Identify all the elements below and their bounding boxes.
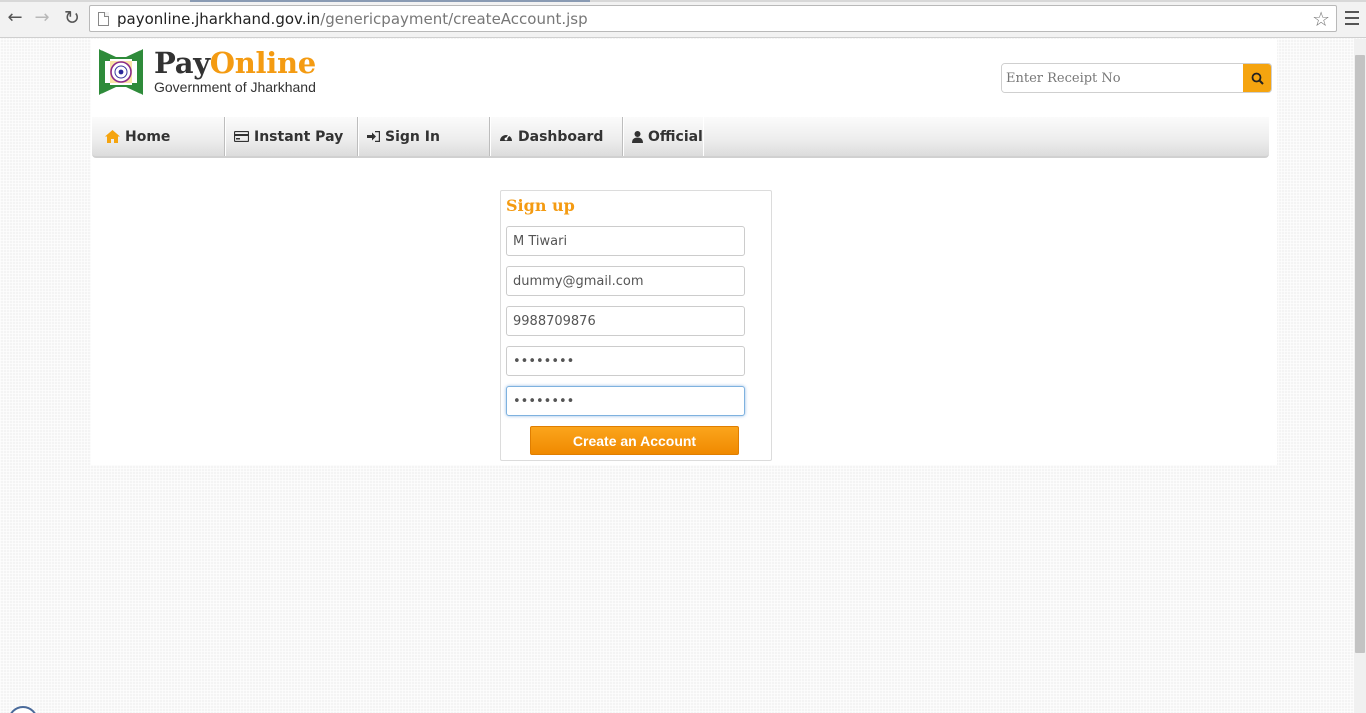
receipt-search-button[interactable]	[1243, 64, 1271, 92]
signup-card: Sign up Create an Account	[500, 190, 772, 461]
logo-subtitle: Government of Jharkhand	[154, 79, 316, 95]
home-icon	[105, 130, 120, 143]
address-bar[interactable]: payonline.jharkhand.gov.in/genericpaymen…	[89, 5, 1337, 32]
nav-instant-pay-label: Instant Pay	[254, 128, 344, 145]
mobile-input[interactable]	[506, 306, 745, 336]
nav-official-label: Official	[648, 128, 703, 145]
search-icon	[1251, 72, 1264, 85]
forward-arrow-icon[interactable]: →	[31, 7, 53, 29]
nav-sign-in[interactable]: Sign In	[358, 117, 490, 156]
confirm-password-input[interactable]	[506, 386, 745, 416]
receipt-search	[1001, 63, 1272, 93]
nav-official[interactable]: Official	[623, 117, 703, 156]
vertical-scrollbar[interactable]	[1354, 39, 1366, 713]
nav-dashboard[interactable]: Dashboard	[490, 117, 623, 156]
password-input[interactable]	[506, 346, 745, 376]
nav-dashboard-label: Dashboard	[518, 128, 604, 145]
site-logo[interactable]: PayOnline Government of Jharkhand	[154, 46, 316, 95]
nav-instant-pay[interactable]: Instant Pay	[225, 117, 358, 156]
scrollbar-thumb[interactable]	[1355, 55, 1365, 653]
credit-card-icon	[234, 131, 249, 142]
tab-strip	[0, 0, 1366, 2]
url-host: payonline.jharkhand.gov.in	[117, 9, 321, 28]
sign-in-icon	[367, 131, 380, 142]
logo-title: PayOnline	[154, 46, 316, 80]
back-arrow-icon[interactable]: ←	[4, 7, 26, 29]
chat-widget-icon[interactable]	[8, 706, 38, 713]
email-input[interactable]	[506, 266, 745, 296]
receipt-number-input[interactable]	[1002, 64, 1243, 92]
reload-icon[interactable]: ↻	[61, 7, 83, 29]
url-text[interactable]: payonline.jharkhand.gov.in/genericpaymen…	[117, 10, 588, 28]
nav-sign-in-label: Sign In	[385, 128, 440, 145]
logo-online: Online	[209, 46, 316, 80]
logo-pay: Pay	[154, 46, 210, 80]
page-icon	[98, 11, 109, 26]
jharkhand-emblem-icon[interactable]	[96, 47, 146, 97]
bookmark-star-icon[interactable]: ☆	[1312, 7, 1330, 31]
name-input[interactable]	[506, 226, 745, 256]
nav-home[interactable]: Home	[92, 117, 225, 156]
create-account-button[interactable]: Create an Account	[530, 426, 739, 455]
url-path: /genericpayment/createAccount.jsp	[320, 9, 588, 28]
browser-toolbar: ← → ↻ payonline.jharkhand.gov.in/generic…	[0, 0, 1366, 38]
browser-menu-icon[interactable]	[1344, 8, 1360, 28]
user-icon	[632, 130, 643, 143]
main-navbar: Home Instant Pay Sign In Dashboard Offic…	[92, 117, 1269, 158]
nav-home-label: Home	[125, 128, 171, 145]
dashboard-gauge-icon	[499, 131, 513, 142]
signup-title: Sign up	[506, 196, 575, 215]
